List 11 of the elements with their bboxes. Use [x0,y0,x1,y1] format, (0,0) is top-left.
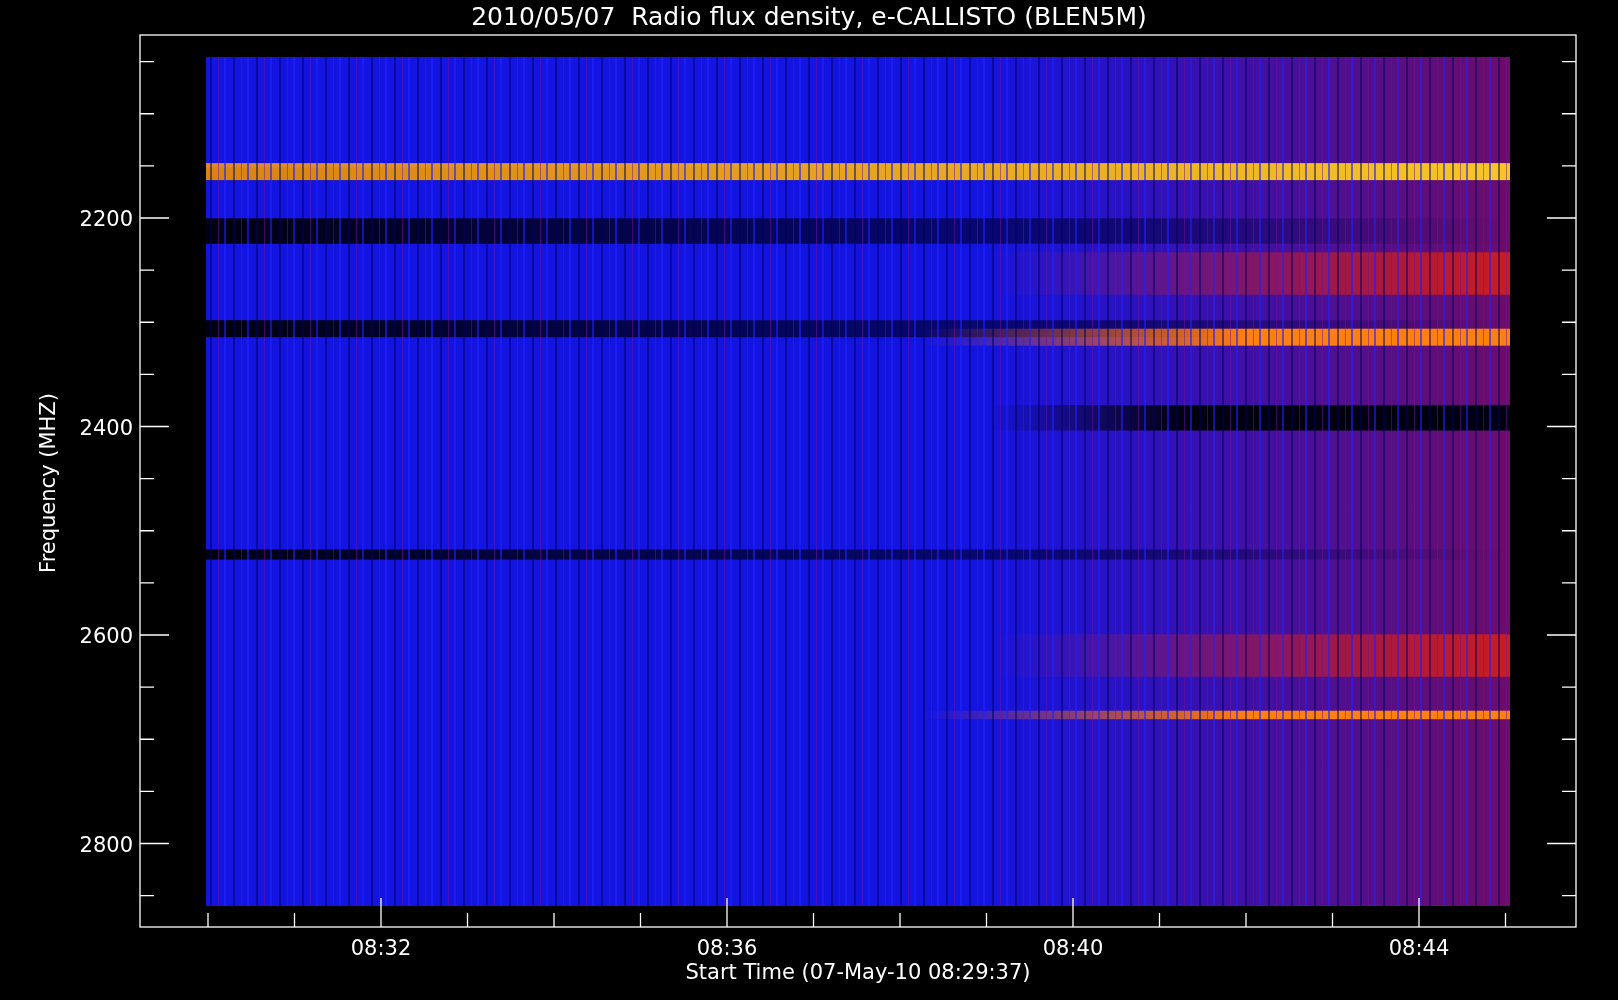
chart-title: 2010/05/07 Radio flux density, e-CALLISTO (BLEN5M) [471,2,1147,31]
x-tick-label: 08:44 [1388,936,1450,960]
y-tick-label: 2200 [79,207,133,231]
x-tick-label: 08:32 [350,936,412,960]
x-tick-label: 08:40 [1042,936,1104,960]
y-tick-label: 2600 [79,624,133,648]
y-axis-label: Frequency (MHZ) [36,393,60,573]
y-tick-label: 2800 [79,832,133,857]
y-tick-label: 2400 [79,415,133,440]
x-tick-label: 08:36 [696,936,758,960]
x-axis-label: Start Time (07-May-10 08:29:37) [685,960,1031,984]
